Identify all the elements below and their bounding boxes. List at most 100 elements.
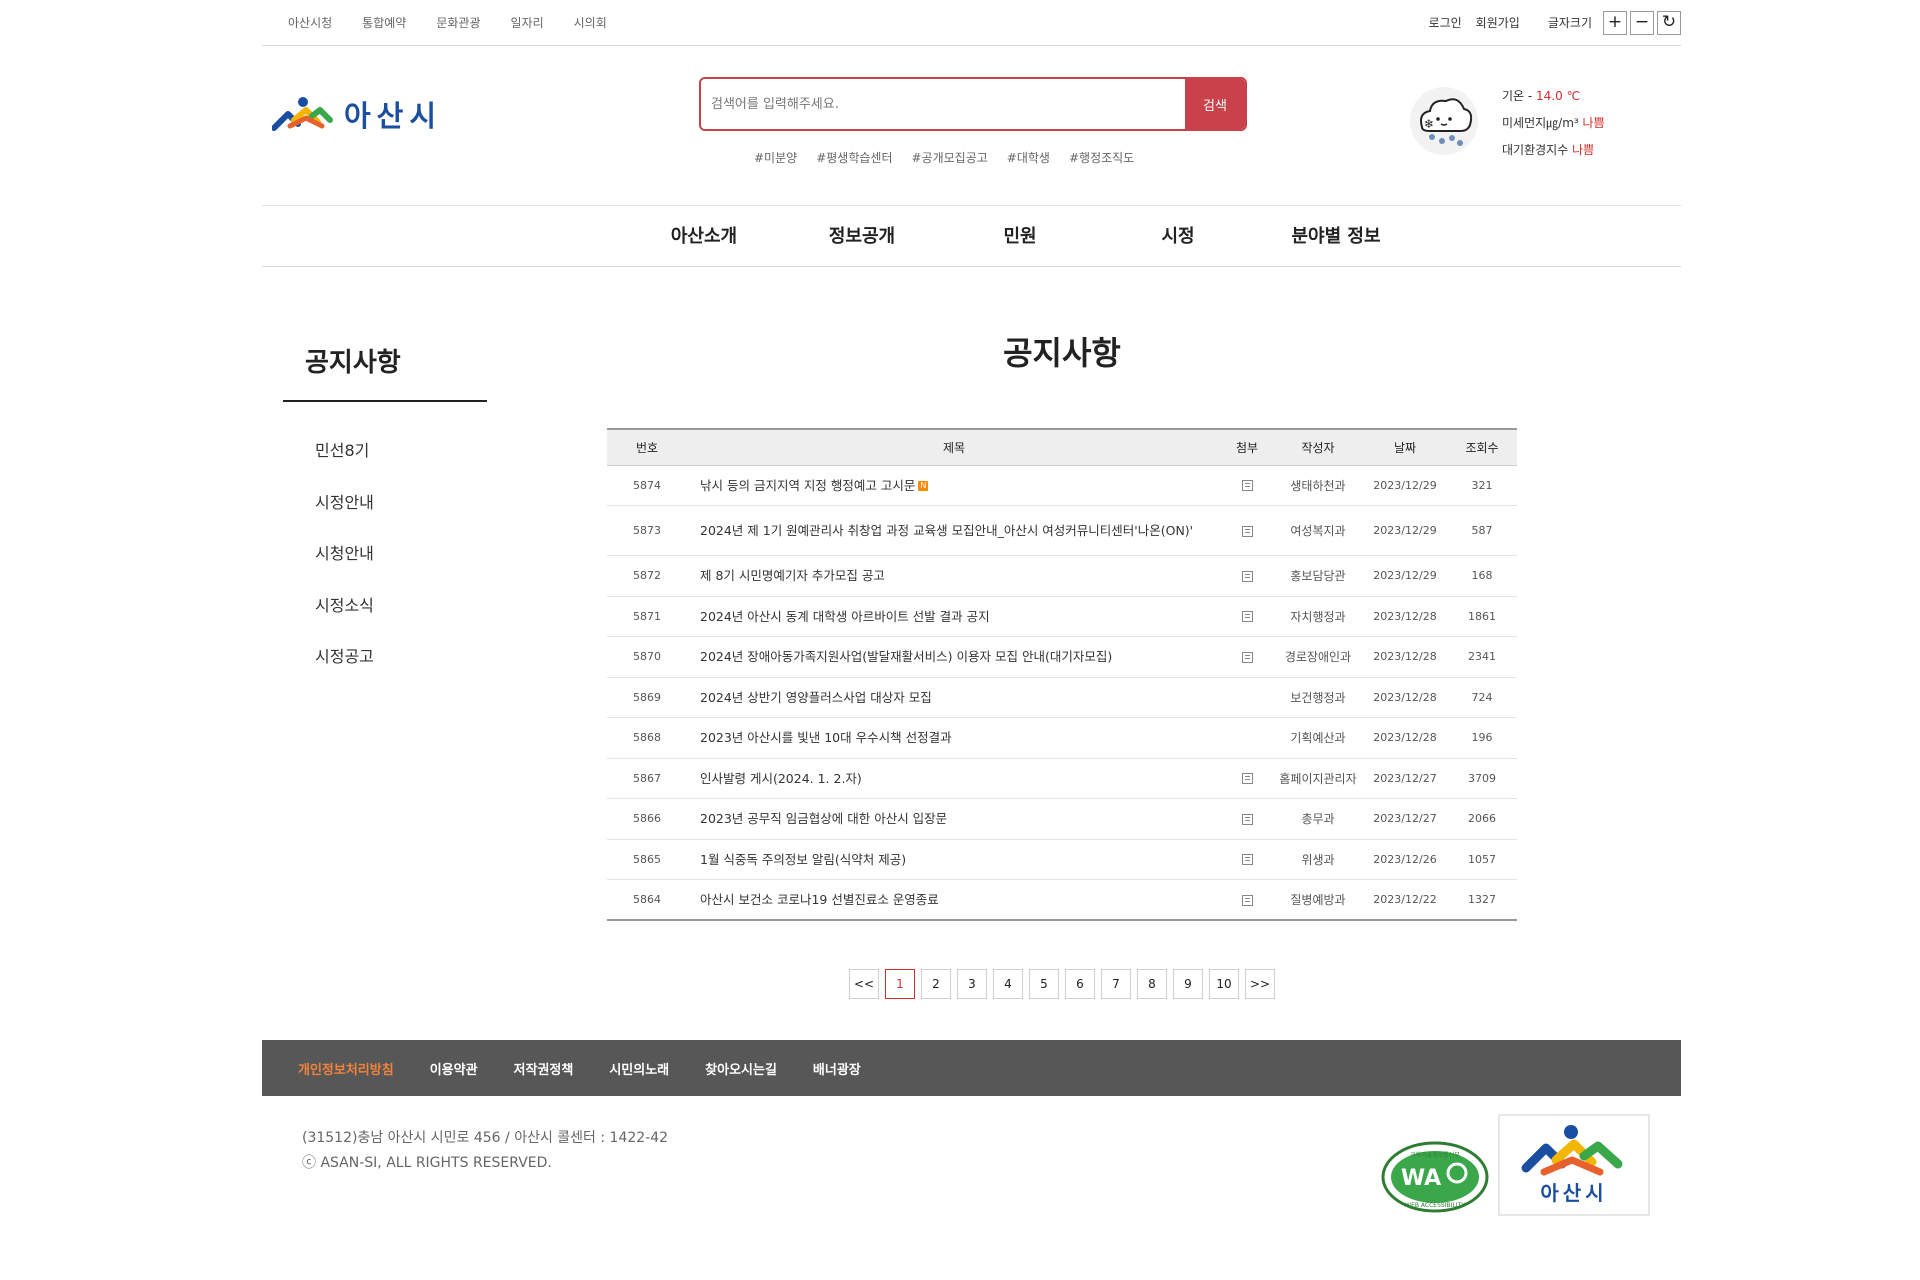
post-title-cell[interactable]: 낚시 등의 금지지역 지정 행정예고 고시문 N xyxy=(687,465,1221,506)
attachment-cell[interactable] xyxy=(1221,555,1273,597)
tag-link[interactable]: #평생학습센터 xyxy=(816,149,892,166)
attachment-icon[interactable] xyxy=(1241,894,1253,906)
page-button[interactable]: 5 xyxy=(1029,969,1059,999)
post-title-cell[interactable]: 2024년 제 1기 원예관리사 취창업 과정 교육생 모집안내_아산시 여성커… xyxy=(687,505,1221,556)
page-button[interactable]: 3 xyxy=(957,969,987,999)
font-increase-button[interactable]: + xyxy=(1603,10,1627,35)
post-title-cell[interactable]: 제 8기 시민명예기자 추가모집 공고 xyxy=(687,555,1221,597)
table-row[interactable]: 5864 아산시 보건소 코로나19 선별진료소 운영종료 질병예방과 2023/12… xyxy=(607,879,1517,921)
table-row[interactable]: 5866 2023년 공무직 임금협상에 대한 아산시 입장문 총무과 2023/12… xyxy=(607,798,1517,840)
attachment-cell[interactable] xyxy=(1221,505,1273,556)
font-reset-button[interactable]: ↻ xyxy=(1657,10,1681,35)
attachment-icon[interactable] xyxy=(1241,773,1253,785)
post-title-link[interactable]: 낚시 등의 금지지역 지정 행정예고 고시문 xyxy=(700,478,915,493)
sub-nav-item[interactable]: 시정안내 xyxy=(315,488,487,540)
post-title-cell[interactable]: 인사발령 게시(2024. 1. 2.자) xyxy=(687,758,1221,799)
post-title-link[interactable]: 1월 식중독 주의정보 알림(식약처 제공) xyxy=(700,852,906,867)
attachment-icon[interactable] xyxy=(1241,570,1253,582)
post-title-cell[interactable]: 2023년 공무직 임금협상에 대한 아산시 입장문 xyxy=(687,798,1221,840)
sub-nav-item[interactable]: 시정공고 xyxy=(315,642,487,694)
attachment-cell[interactable] xyxy=(1221,839,1273,880)
top-link-city-hall[interactable]: 아산시청 xyxy=(288,14,332,31)
gnb-item-civil-affairs[interactable]: 민원 xyxy=(941,207,1099,267)
post-title-link[interactable]: 2024년 장애아동가족지원사업(발달재활서비스) 이용자 모집 안내(대기자모… xyxy=(700,649,1112,664)
post-title-link[interactable]: 2024년 제 1기 원예관리사 취창업 과정 교육생 모집안내_아산시 여성커… xyxy=(700,523,1193,538)
search-button[interactable]: 검색 xyxy=(1185,79,1245,129)
attachment-cell[interactable] xyxy=(1221,758,1273,799)
sub-nav-item[interactable]: 시정소식 xyxy=(315,591,487,643)
gnb-item-info-disclosure[interactable]: 정보공개 xyxy=(783,207,941,267)
page-button[interactable]: 6 xyxy=(1065,969,1095,999)
table-row[interactable]: 5873 2024년 제 1기 원예관리사 취창업 과정 교육생 모집안내_아산시… xyxy=(607,505,1517,556)
table-row[interactable]: 5871 2024년 아산시 동계 대학생 아르바이트 선발 결과 공지 자치행정과… xyxy=(607,596,1517,637)
attachment-icon[interactable] xyxy=(1241,813,1253,825)
tag-link[interactable]: #대학생 xyxy=(1007,149,1050,166)
sub-nav-item[interactable]: 민선8기 xyxy=(315,436,487,488)
post-title-cell[interactable]: 2024년 상반기 영양플러스사업 대상자 모집 xyxy=(687,677,1221,718)
attachment-icon[interactable] xyxy=(1241,480,1253,492)
attachment-cell[interactable] xyxy=(1221,465,1273,506)
asan-logo-icon xyxy=(272,97,333,131)
post-title-link[interactable]: 인사발령 게시(2024. 1. 2.자) xyxy=(700,771,862,786)
table-row[interactable]: 5865 1월 식중독 주의정보 알림(식약처 제공) 위생과 2023/12/26 1… xyxy=(607,839,1517,880)
site-logo[interactable]: 아산시 xyxy=(272,93,442,135)
attachment-cell[interactable] xyxy=(1221,798,1273,840)
post-title-link[interactable]: 제 8기 시민명예기자 추가모집 공고 xyxy=(700,568,885,583)
post-title-link[interactable]: 2023년 아산시를 빛낸 10대 우수시책 선정결과 xyxy=(700,730,952,745)
login-link[interactable]: 로그인 xyxy=(1429,14,1462,31)
attachment-icon[interactable] xyxy=(1241,611,1253,623)
post-title-link[interactable]: 2023년 공무직 임금협상에 대한 아산시 입장문 xyxy=(700,811,947,826)
post-title-cell[interactable]: 2024년 장애아동가족지원사업(발달재활서비스) 이용자 모집 안내(대기자모… xyxy=(687,636,1221,678)
table-row[interactable]: 5868 2023년 아산시를 빛낸 10대 우수시책 선정결과 기획예산과 2023… xyxy=(607,717,1517,759)
footer-link-city-song[interactable]: 시민의노래 xyxy=(609,1059,669,1078)
sub-nav-item[interactable]: 시청안내 xyxy=(315,539,487,591)
attachment-cell[interactable] xyxy=(1221,636,1273,678)
gnb-item-about[interactable]: 아산소개 xyxy=(625,207,783,267)
attachment-icon[interactable] xyxy=(1241,854,1253,866)
page-button[interactable]: 4 xyxy=(993,969,1023,999)
post-title-link[interactable]: 아산시 보건소 코로나19 선별진료소 운영종료 xyxy=(700,892,939,907)
footer-link-copyright[interactable]: 저작권정책 xyxy=(514,1059,574,1078)
page-button[interactable]: 7 xyxy=(1101,969,1131,999)
footer-link-terms[interactable]: 이용약관 xyxy=(430,1059,478,1078)
footer-link-privacy[interactable]: 개인정보처리방침 xyxy=(298,1059,394,1078)
page-button[interactable]: 9 xyxy=(1173,969,1203,999)
post-title-link[interactable]: 2024년 아산시 동계 대학생 아르바이트 선발 결과 공지 xyxy=(700,609,990,624)
tag-link[interactable]: #미분양 xyxy=(754,149,797,166)
post-title-cell[interactable]: 아산시 보건소 코로나19 선별진료소 운영종료 xyxy=(687,879,1221,921)
prev-page-button[interactable]: << xyxy=(849,969,879,999)
post-title-cell[interactable]: 1월 식중독 주의정보 알림(식약처 제공) xyxy=(687,839,1221,880)
attachment-cell[interactable] xyxy=(1221,879,1273,921)
top-link-council[interactable]: 시의회 xyxy=(574,14,607,31)
web-accessibility-mark[interactable]: 과학기술정보통신부 WA WEB ACCESSIBILITY xyxy=(1381,1141,1489,1217)
gnb-item-administration[interactable]: 시정 xyxy=(1099,207,1257,267)
page-button-current[interactable]: 1 xyxy=(885,969,915,999)
page-button[interactable]: 8 xyxy=(1137,969,1167,999)
top-link-reservation[interactable]: 통합예약 xyxy=(362,14,406,31)
join-link[interactable]: 회원가입 xyxy=(1476,14,1520,31)
page-button[interactable]: 10 xyxy=(1209,969,1239,999)
attachment-icon[interactable] xyxy=(1241,651,1253,663)
table-row[interactable]: 5872 제 8기 시민명예기자 추가모집 공고 홍보담당관 2023/12/29 16… xyxy=(607,555,1517,597)
font-decrease-button[interactable]: − xyxy=(1630,10,1654,35)
tag-link[interactable]: #공개모집공고 xyxy=(911,149,987,166)
table-row[interactable]: 5867 인사발령 게시(2024. 1. 2.자) 홈페이지관리자 2023/12/… xyxy=(607,758,1517,799)
post-title-cell[interactable]: 2023년 아산시를 빛낸 10대 우수시책 선정결과 xyxy=(687,717,1221,759)
tag-link[interactable]: #행정조직도 xyxy=(1069,149,1134,166)
attachment-icon[interactable] xyxy=(1241,525,1253,537)
table-row[interactable]: 5874 낚시 등의 금지지역 지정 행정예고 고시문 N 생태하천과 2023/12/… xyxy=(607,465,1517,506)
footer-logo[interactable]: 아산시 xyxy=(1498,1114,1650,1216)
top-link-jobs[interactable]: 일자리 xyxy=(511,14,544,31)
table-row[interactable]: 5870 2024년 장애아동가족지원사업(발달재활서비스) 이용자 모집 안내(… xyxy=(607,636,1517,678)
post-title-link[interactable]: 2024년 상반기 영양플러스사업 대상자 모집 xyxy=(700,690,932,705)
attachment-cell[interactable] xyxy=(1221,596,1273,637)
footer-link-directions[interactable]: 찾아오시는길 xyxy=(705,1059,777,1078)
table-row[interactable]: 5869 2024년 상반기 영양플러스사업 대상자 모집 보건행정과 2023/12… xyxy=(607,677,1517,718)
post-title-cell[interactable]: 2024년 아산시 동계 대학생 아르바이트 선발 결과 공지 xyxy=(687,596,1221,637)
gnb-item-field-info[interactable]: 분야별 정보 xyxy=(1257,207,1415,267)
top-link-culture-tour[interactable]: 문화관광 xyxy=(436,14,480,31)
search-input[interactable] xyxy=(701,79,1185,129)
page-button[interactable]: 2 xyxy=(921,969,951,999)
footer-link-banner[interactable]: 배너광장 xyxy=(813,1059,861,1078)
next-page-button[interactable]: >> xyxy=(1245,969,1275,999)
